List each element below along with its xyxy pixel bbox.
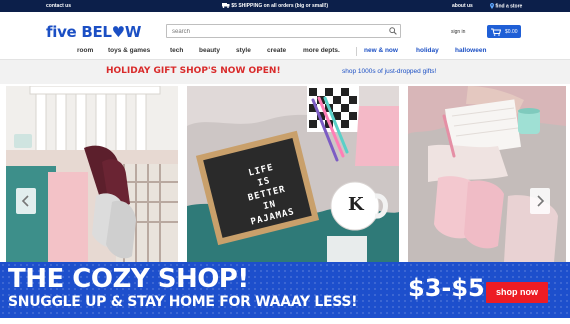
promo-headline: HOLIDAY GIFT SHOP'S NOW OPEN! <box>106 66 281 76</box>
nav-item-halloween[interactable]: halloween <box>455 47 486 54</box>
nav-item-room[interactable]: room <box>77 47 93 54</box>
shipping-banner[interactable]: $5 SHIPPING on all orders (big or small!… <box>222 3 328 9</box>
promo-strip[interactable]: HOLIDAY GIFT SHOP'S NOW OPEN! shop 1000s… <box>0 60 570 84</box>
about-us-link[interactable]: about us <box>452 3 473 9</box>
cozy-shop-banner[interactable]: THE COZY SHOP! SNUGGLE UP & STAY HOME FO… <box>0 262 570 318</box>
nav-item-toys-games[interactable]: toys & games <box>108 47 150 54</box>
hero-image-left <box>6 86 178 262</box>
cart-amount: $0.00 <box>505 29 518 35</box>
shop-now-button[interactable]: shop now <box>486 282 548 303</box>
mug-letter: K <box>348 194 364 215</box>
nav-item-beauty[interactable]: beauty <box>199 47 220 54</box>
five-below-logo[interactable]: five BEL♥W <box>46 23 141 41</box>
nav-item-style[interactable]: style <box>236 47 251 54</box>
nav-item-holiday[interactable]: holiday <box>416 47 439 54</box>
nav-divider <box>356 47 357 56</box>
nav-item-tech[interactable]: tech <box>170 47 183 54</box>
chevron-left-icon <box>21 195 29 207</box>
map-pin-icon <box>490 3 494 9</box>
cart-button[interactable]: $0.00 <box>487 25 521 38</box>
nav-item-new-now[interactable]: new & now <box>364 47 398 54</box>
banner-subheadline: SNUGGLE UP & STAY HOME FOR WAAAY LESS! <box>8 294 358 310</box>
promo-link[interactable]: shop 1000s of just-dropped gifts! <box>342 68 436 75</box>
find-store-label: find a store <box>495 3 523 10</box>
nav-item-create[interactable]: create <box>267 47 286 54</box>
search-icon[interactable] <box>389 27 397 35</box>
sign-in-link[interactable]: sign in <box>451 29 465 35</box>
carousel-prev-button[interactable] <box>16 188 36 214</box>
search-input[interactable] <box>172 27 372 36</box>
shipping-text: $5 SHIPPING on all orders (big or small!… <box>231 3 329 9</box>
banner-headline: THE COZY SHOP! <box>8 264 249 294</box>
banner-price: $3-$5 <box>408 274 485 302</box>
hero-image-center: LIFE IS BETTER IN PAJAMAS K <box>187 86 399 262</box>
cart-icon <box>491 28 501 36</box>
contact-us-link[interactable]: contact us <box>46 3 71 9</box>
chevron-right-icon <box>537 195 545 207</box>
carousel-next-button[interactable] <box>530 188 550 214</box>
truck-icon <box>222 3 230 9</box>
hero-image-right <box>408 86 566 262</box>
find-store-link[interactable]: find a store <box>490 3 522 9</box>
top-utility-bar: contact us $5 SHIPPING on all orders (bi… <box>0 0 570 12</box>
search-box <box>166 24 401 38</box>
main-nav: room toys & games tech beauty style crea… <box>0 46 570 58</box>
nav-item-more-depts[interactable]: more depts. <box>303 47 340 54</box>
hero-carousel[interactable]: LIFE IS BETTER IN PAJAMAS K THE COZY SHO… <box>0 86 570 324</box>
